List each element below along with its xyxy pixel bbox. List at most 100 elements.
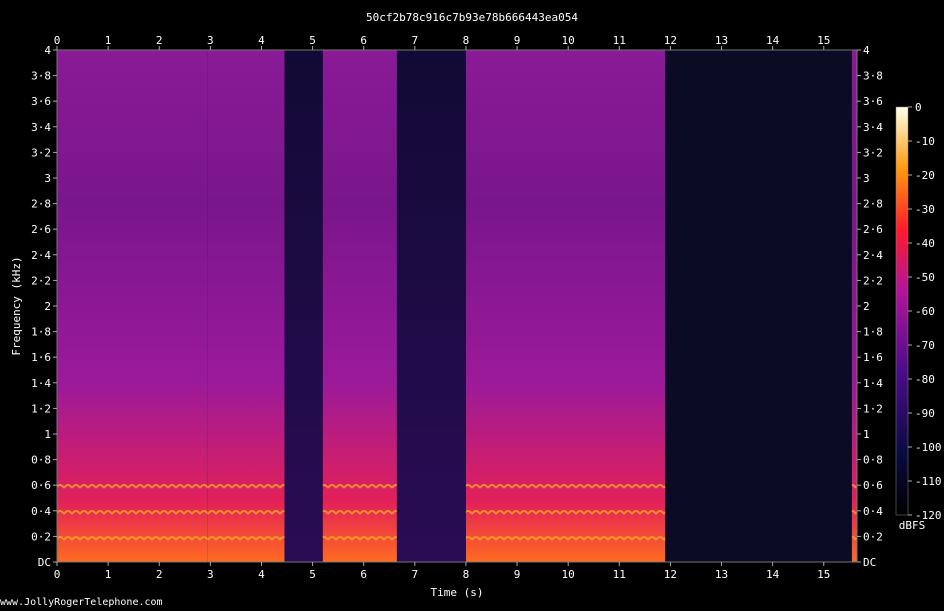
y-tick-label-right: 4 bbox=[863, 44, 870, 57]
x-tick-label: 10 bbox=[562, 568, 575, 581]
x-tick-label: 14 bbox=[766, 568, 780, 581]
x-tick-label: 8 bbox=[463, 568, 470, 581]
y-tick-label-right: 1·8 bbox=[863, 326, 883, 339]
y-tick-label: 2·8 bbox=[31, 198, 51, 211]
colorbar-label: dBFS bbox=[899, 519, 926, 532]
x-tick-label-top: 0 bbox=[54, 34, 61, 47]
x-tick-label: 0 bbox=[54, 568, 61, 581]
spectrogram-chart: 0011223344556677889910101111121213131414… bbox=[10, 34, 942, 599]
y-tick-label: 1·2 bbox=[31, 402, 51, 415]
x-tick-label: 12 bbox=[664, 568, 677, 581]
x-tick-label: 3 bbox=[207, 568, 214, 581]
y-tick-label: 3·8 bbox=[31, 70, 51, 83]
x-tick-label-top: 11 bbox=[613, 34, 626, 47]
segment-harmonics-3 bbox=[322, 466, 397, 562]
segment-quiet-4 bbox=[396, 50, 466, 562]
x-tick-label: 11 bbox=[613, 568, 626, 581]
y-tick-label-right: 1·6 bbox=[863, 351, 883, 364]
colorbar-tick-label: -30 bbox=[915, 203, 935, 216]
x-tick-label: 7 bbox=[412, 568, 419, 581]
x-tick-label-top: 5 bbox=[309, 34, 316, 47]
x-tick-label-top: 13 bbox=[715, 34, 728, 47]
y-tick-label: 3·4 bbox=[31, 121, 51, 134]
x-tick-label-top: 4 bbox=[258, 34, 265, 47]
x-tick-label-top: 6 bbox=[360, 34, 367, 47]
y-tick-label: 1·4 bbox=[31, 377, 51, 390]
colorbar-tick-label: 0 bbox=[915, 101, 922, 114]
colorbar-tick-label: -110 bbox=[915, 475, 942, 488]
y-tick-label-right: 2·6 bbox=[863, 223, 883, 236]
y-tick-label-right: 2·2 bbox=[863, 274, 883, 287]
y-tick-label-right: 1·4 bbox=[863, 377, 883, 390]
colorbar bbox=[895, 106, 909, 516]
colorbar-tick-label: -20 bbox=[915, 169, 935, 182]
x-tick-label-top: 12 bbox=[664, 34, 677, 47]
y-tick-label-right: 2·8 bbox=[863, 198, 883, 211]
y-tick-label-right: DC bbox=[863, 556, 876, 569]
y-tick-label-right: 0·2 bbox=[863, 530, 883, 543]
spectrogram-segments bbox=[57, 50, 857, 562]
y-axis-label: Frequency (kHz) bbox=[10, 256, 23, 355]
x-axis-label: Time (s) bbox=[431, 586, 484, 599]
y-tick-label: 4 bbox=[44, 44, 51, 57]
y-tick-label: 1 bbox=[44, 428, 51, 441]
colorbar-tick-label: -80 bbox=[915, 373, 935, 386]
x-tick-label: 13 bbox=[715, 568, 728, 581]
y-tick-label: 1·8 bbox=[31, 326, 51, 339]
y-tick-label: DC bbox=[38, 556, 51, 569]
y-tick-label: 0·6 bbox=[31, 479, 51, 492]
y-tick-label-right: 1·2 bbox=[863, 402, 883, 415]
colorbar-tick-label: -60 bbox=[915, 305, 935, 318]
y-tick-label: 2·2 bbox=[31, 274, 51, 287]
x-tick-label-top: 1 bbox=[105, 34, 112, 47]
x-tick-label-top: 7 bbox=[412, 34, 419, 47]
colorbar-tick-label: -100 bbox=[915, 441, 942, 454]
x-tick-label-top: 9 bbox=[514, 34, 521, 47]
y-tick-label-right: 3·4 bbox=[863, 121, 883, 134]
y-tick-label-right: 2·4 bbox=[863, 249, 883, 262]
y-tick-label-right: 0·4 bbox=[863, 505, 883, 518]
x-tick-label: 5 bbox=[309, 568, 316, 581]
segment-harmonics-0 bbox=[57, 466, 208, 562]
y-tick-label-right: 0·8 bbox=[863, 454, 883, 467]
x-tick-label-top: 3 bbox=[207, 34, 214, 47]
y-tick-label-right: 3·8 bbox=[863, 70, 883, 83]
y-tick-label: 2 bbox=[44, 300, 51, 313]
colorbar-tick-label: -90 bbox=[915, 407, 935, 420]
x-tick-label: 1 bbox=[105, 568, 112, 581]
segment-harmonics-1 bbox=[207, 466, 285, 562]
colorbar-tick-label: -40 bbox=[915, 237, 935, 250]
y-tick-label: 3 bbox=[44, 172, 51, 185]
x-tick-label: 6 bbox=[360, 568, 367, 581]
y-tick-label: 3·2 bbox=[31, 146, 51, 159]
y-tick-label: 0·8 bbox=[31, 454, 51, 467]
y-tick-label: 2·6 bbox=[31, 223, 51, 236]
y-tick-label-right: 2 bbox=[863, 300, 870, 313]
y-tick-label-right: 3 bbox=[863, 172, 870, 185]
colorbar-tick-label: -50 bbox=[915, 271, 935, 284]
y-tick-label: 1·6 bbox=[31, 351, 51, 364]
colorbar-tick-label: -10 bbox=[915, 135, 935, 148]
segment-quiet-2 bbox=[284, 50, 323, 562]
y-tick-label-right: 0·6 bbox=[863, 479, 883, 492]
y-tick-label: 0·4 bbox=[31, 505, 51, 518]
x-tick-label-top: 8 bbox=[463, 34, 470, 47]
segment-harmonics-7 bbox=[851, 466, 857, 562]
x-tick-label: 4 bbox=[258, 568, 265, 581]
x-tick-label-top: 10 bbox=[562, 34, 575, 47]
segment-harmonics-5 bbox=[465, 466, 666, 562]
y-tick-label-right: 1 bbox=[863, 428, 870, 441]
segment-silence-6 bbox=[665, 50, 852, 562]
x-tick-label: 9 bbox=[514, 568, 521, 581]
x-tick-label-top: 15 bbox=[817, 34, 830, 47]
x-tick-label: 15 bbox=[817, 568, 830, 581]
colorbar-ticks: 0-10-20-30-40-50-60-70-80-90-100-110-120 bbox=[908, 101, 942, 522]
y-tick-label: 0·2 bbox=[31, 530, 51, 543]
y-tick-label: 2·4 bbox=[31, 249, 51, 262]
footer-credit: www.JollyRogerTelephone.com bbox=[0, 597, 163, 608]
y-tick-label: 3·6 bbox=[31, 95, 51, 108]
x-tick-label-top: 14 bbox=[766, 34, 780, 47]
x-tick-label: 2 bbox=[156, 568, 163, 581]
y-tick-label-right: 3·2 bbox=[863, 146, 883, 159]
colorbar-tick-label: -70 bbox=[915, 339, 935, 352]
